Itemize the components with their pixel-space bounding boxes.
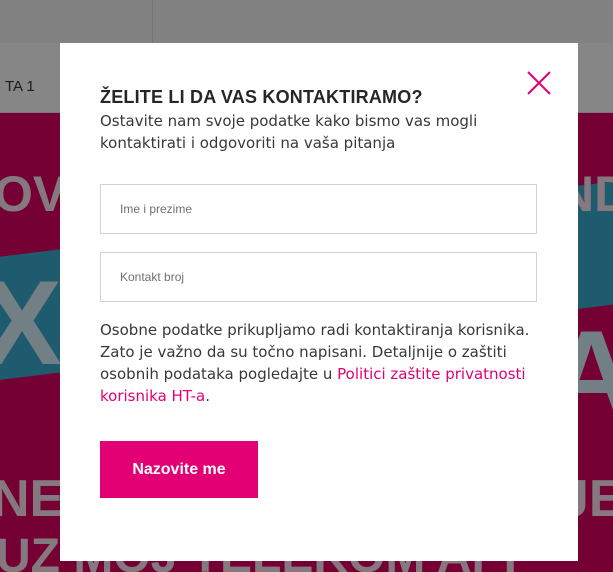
close-button[interactable] [526,70,552,96]
phone-input[interactable] [100,252,537,302]
privacy-notice-end: . [205,387,210,405]
modal-title: ŽELITE LI DA VAS KONTAKTIRAMO? [100,87,423,107]
privacy-notice: Osobne podatke prikupljamo radi kontakti… [100,319,540,407]
modal-subtitle: Ostavite nam svoje podatke kako bismo va… [100,112,478,152]
name-input[interactable] [100,184,537,234]
call-me-button[interactable]: Nazovite me [100,441,258,498]
close-icon [527,71,551,95]
contact-modal: ŽELITE LI DA VAS KONTAKTIRAMO? Ostavite … [60,43,578,561]
